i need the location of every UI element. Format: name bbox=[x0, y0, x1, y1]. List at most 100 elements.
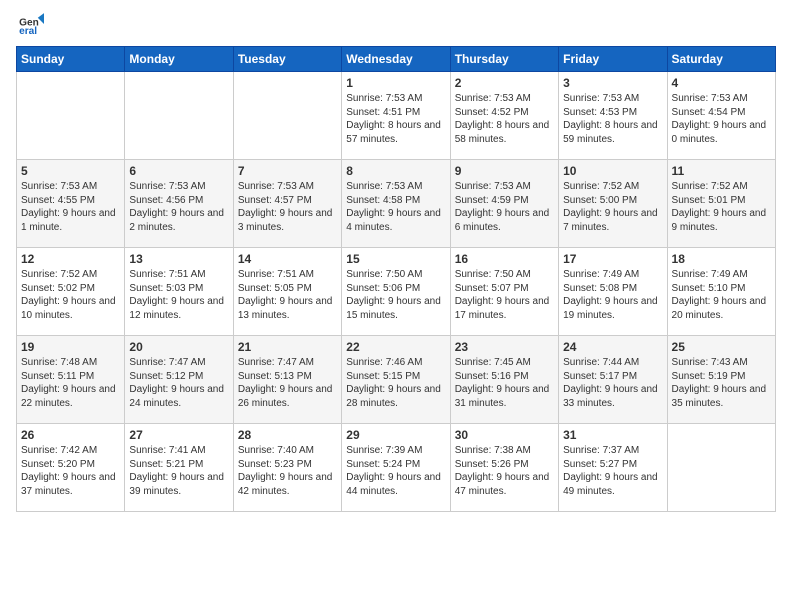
day-number: 19 bbox=[21, 340, 120, 354]
day-number: 5 bbox=[21, 164, 120, 178]
week-row-3: 12 Sunrise: 7:52 AMSunset: 5:02 PMDayligh… bbox=[17, 248, 776, 336]
calendar-cell: 21Sunrise: 7:47 AMSunset: 5:13 PMDayligh… bbox=[233, 336, 341, 424]
calendar-cell: 1Sunrise: 7:53 AMSunset: 4:51 PMDaylight… bbox=[342, 72, 450, 160]
day-info: Sunrise: 7:41 AMSunset: 5:21 PMDaylight:… bbox=[129, 444, 228, 498]
day-number: 22 bbox=[346, 340, 445, 354]
day-number: 25 bbox=[672, 340, 771, 354]
day-number: 30 bbox=[455, 428, 554, 442]
day-number: 9 bbox=[455, 164, 554, 178]
day-info: Sunrise: 7:53 AMSunset: 4:58 PMDaylight:… bbox=[346, 180, 445, 234]
calendar-cell: 6 Sunrise: 7:53 AMSunset: 4:56 PMDaylight… bbox=[125, 160, 233, 248]
weekday-header-friday: Friday bbox=[559, 47, 667, 72]
day-number: 31 bbox=[563, 428, 662, 442]
weekday-header-sunday: Sunday bbox=[17, 47, 125, 72]
calendar-cell: 11 Sunrise: 7:52 AMSunset: 5:01 PMDayligh… bbox=[667, 160, 775, 248]
page: Gen eral SundayMondayTuesdayWednesdayThu… bbox=[0, 0, 792, 612]
calendar-cell: 27 Sunrise: 7:41 AMSunset: 5:21 PMDayligh… bbox=[125, 424, 233, 512]
calendar-cell bbox=[667, 424, 775, 512]
day-info: Sunrise: 7:45 AMSunset: 5:16 PMDaylight:… bbox=[455, 356, 554, 410]
svg-text:eral: eral bbox=[19, 26, 37, 37]
day-info: Sunrise: 7:48 AMSunset: 5:11 PMDaylight:… bbox=[21, 356, 120, 410]
header: Gen eral bbox=[16, 10, 776, 38]
day-number: 17 bbox=[563, 252, 662, 266]
calendar-cell: 9 Sunrise: 7:53 AMSunset: 4:59 PMDaylight… bbox=[450, 160, 558, 248]
day-info: Sunrise: 7:53 AMSunset: 4:52 PMDaylight:… bbox=[455, 92, 554, 146]
calendar-cell: 7 Sunrise: 7:53 AMSunset: 4:57 PMDaylight… bbox=[233, 160, 341, 248]
calendar-cell: 18Sunrise: 7:49 AMSunset: 5:10 PMDayligh… bbox=[667, 248, 775, 336]
day-info: Sunrise: 7:44 AMSunset: 5:17 PMDaylight:… bbox=[563, 356, 662, 410]
calendar-cell bbox=[233, 72, 341, 160]
calendar-cell: 23 Sunrise: 7:45 AMSunset: 5:16 PMDayligh… bbox=[450, 336, 558, 424]
day-info: Sunrise: 7:40 AMSunset: 5:23 PMDaylight:… bbox=[238, 444, 337, 498]
day-info: Sunrise: 7:53 AMSunset: 4:57 PMDaylight:… bbox=[238, 180, 337, 234]
weekday-header-wednesday: Wednesday bbox=[342, 47, 450, 72]
day-number: 18 bbox=[672, 252, 771, 266]
calendar-cell: 24 Sunrise: 7:44 AMSunset: 5:17 PMDayligh… bbox=[559, 336, 667, 424]
day-info: Sunrise: 7:50 AMSunset: 5:06 PMDaylight:… bbox=[346, 268, 445, 322]
calendar-cell: 20 Sunrise: 7:47 AMSunset: 5:12 PMDayligh… bbox=[125, 336, 233, 424]
day-number: 24 bbox=[563, 340, 662, 354]
day-number: 3 bbox=[563, 76, 662, 90]
day-number: 20 bbox=[129, 340, 228, 354]
day-info: Sunrise: 7:38 AMSunset: 5:26 PMDaylight:… bbox=[455, 444, 554, 498]
week-row-2: 5 Sunrise: 7:53 AMSunset: 4:55 PMDaylight… bbox=[17, 160, 776, 248]
day-number: 27 bbox=[129, 428, 228, 442]
day-info: Sunrise: 7:47 AMSunset: 5:12 PMDaylight:… bbox=[129, 356, 228, 410]
day-info: Sunrise: 7:42 AMSunset: 5:20 PMDaylight:… bbox=[21, 444, 120, 498]
day-info: Sunrise: 7:51 AMSunset: 5:03 PMDaylight:… bbox=[129, 268, 228, 322]
day-info: Sunrise: 7:53 AMSunset: 4:59 PMDaylight:… bbox=[455, 180, 554, 234]
day-number: 28 bbox=[238, 428, 337, 442]
day-info: Sunrise: 7:53 AMSunset: 4:56 PMDaylight:… bbox=[129, 180, 228, 234]
calendar-cell: 3Sunrise: 7:53 AMSunset: 4:53 PMDaylight… bbox=[559, 72, 667, 160]
day-info: Sunrise: 7:52 AMSunset: 5:00 PMDaylight:… bbox=[563, 180, 662, 234]
calendar-cell: 4Sunrise: 7:53 AMSunset: 4:54 PMDaylight… bbox=[667, 72, 775, 160]
day-info: Sunrise: 7:53 AMSunset: 4:54 PMDaylight:… bbox=[672, 92, 771, 146]
day-info: Sunrise: 7:37 AMSunset: 5:27 PMDaylight:… bbox=[563, 444, 662, 498]
calendar-cell: 13 Sunrise: 7:51 AMSunset: 5:03 PMDayligh… bbox=[125, 248, 233, 336]
day-number: 10 bbox=[563, 164, 662, 178]
calendar-cell: 17Sunrise: 7:49 AMSunset: 5:08 PMDayligh… bbox=[559, 248, 667, 336]
day-number: 8 bbox=[346, 164, 445, 178]
day-number: 14 bbox=[238, 252, 337, 266]
day-info: Sunrise: 7:53 AMSunset: 4:55 PMDaylight:… bbox=[21, 180, 120, 234]
day-number: 29 bbox=[346, 428, 445, 442]
weekday-header-thursday: Thursday bbox=[450, 47, 558, 72]
week-row-1: 1Sunrise: 7:53 AMSunset: 4:51 PMDaylight… bbox=[17, 72, 776, 160]
day-info: Sunrise: 7:50 AMSunset: 5:07 PMDaylight:… bbox=[455, 268, 554, 322]
day-info: Sunrise: 7:52 AMSunset: 5:01 PMDaylight:… bbox=[672, 180, 771, 234]
calendar-table: SundayMondayTuesdayWednesdayThursdayFrid… bbox=[16, 46, 776, 512]
calendar-cell: 29 Sunrise: 7:39 AMSunset: 5:24 PMDayligh… bbox=[342, 424, 450, 512]
day-number: 23 bbox=[455, 340, 554, 354]
day-number: 21 bbox=[238, 340, 337, 354]
calendar-cell bbox=[125, 72, 233, 160]
calendar-cell: 22Sunrise: 7:46 AMSunset: 5:15 PMDayligh… bbox=[342, 336, 450, 424]
calendar-cell: 19 Sunrise: 7:48 AMSunset: 5:11 PMDayligh… bbox=[17, 336, 125, 424]
logo: Gen eral bbox=[16, 10, 48, 38]
calendar-cell: 10 Sunrise: 7:52 AMSunset: 5:00 PMDayligh… bbox=[559, 160, 667, 248]
day-number: 13 bbox=[129, 252, 228, 266]
calendar-cell: 30 Sunrise: 7:38 AMSunset: 5:26 PMDayligh… bbox=[450, 424, 558, 512]
week-row-4: 19 Sunrise: 7:48 AMSunset: 5:11 PMDayligh… bbox=[17, 336, 776, 424]
calendar-cell: 12 Sunrise: 7:52 AMSunset: 5:02 PMDayligh… bbox=[17, 248, 125, 336]
calendar-cell: 8 Sunrise: 7:53 AMSunset: 4:58 PMDaylight… bbox=[342, 160, 450, 248]
day-number: 6 bbox=[129, 164, 228, 178]
weekday-header-tuesday: Tuesday bbox=[233, 47, 341, 72]
day-number: 12 bbox=[21, 252, 120, 266]
day-number: 26 bbox=[21, 428, 120, 442]
day-info: Sunrise: 7:39 AMSunset: 5:24 PMDaylight:… bbox=[346, 444, 445, 498]
day-number: 11 bbox=[672, 164, 771, 178]
calendar-cell: 2 Sunrise: 7:53 AMSunset: 4:52 PMDaylight… bbox=[450, 72, 558, 160]
day-number: 7 bbox=[238, 164, 337, 178]
day-info: Sunrise: 7:52 AMSunset: 5:02 PMDaylight:… bbox=[21, 268, 120, 322]
day-number: 2 bbox=[455, 76, 554, 90]
calendar-cell: 16Sunrise: 7:50 AMSunset: 5:07 PMDayligh… bbox=[450, 248, 558, 336]
weekday-header-monday: Monday bbox=[125, 47, 233, 72]
calendar-cell bbox=[17, 72, 125, 160]
day-number: 15 bbox=[346, 252, 445, 266]
logo-icon: Gen eral bbox=[16, 10, 44, 38]
day-number: 1 bbox=[346, 76, 445, 90]
day-info: Sunrise: 7:43 AMSunset: 5:19 PMDaylight:… bbox=[672, 356, 771, 410]
day-info: Sunrise: 7:51 AMSunset: 5:05 PMDaylight:… bbox=[238, 268, 337, 322]
calendar-cell: 26 Sunrise: 7:42 AMSunset: 5:20 PMDayligh… bbox=[17, 424, 125, 512]
weekday-header-row: SundayMondayTuesdayWednesdayThursdayFrid… bbox=[17, 47, 776, 72]
